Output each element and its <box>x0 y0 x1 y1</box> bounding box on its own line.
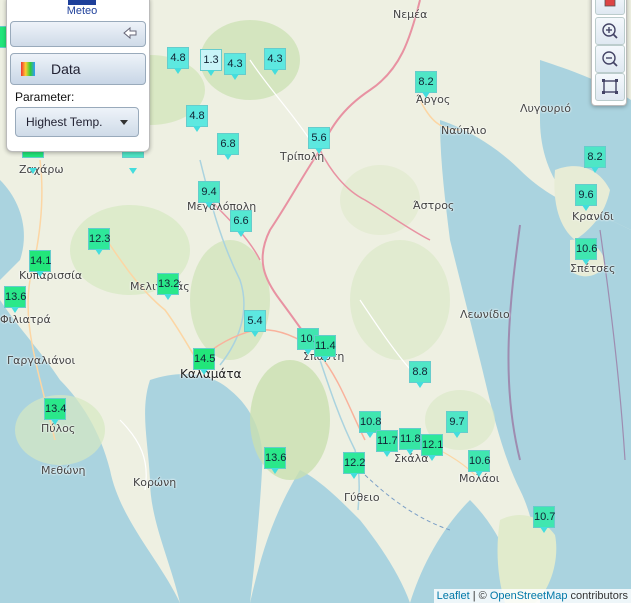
layers-icon <box>604 0 616 7</box>
station-marker[interactable]: 14.1 <box>29 250 51 277</box>
place-label: Νεμέα <box>393 8 428 21</box>
station-marker[interactable]: 6.6 <box>230 210 252 237</box>
fit-extent-icon <box>602 79 618 94</box>
zoom-out-button[interactable] <box>595 45 625 73</box>
place-label: Λεωνίδιο <box>460 308 510 321</box>
pointer-hand-icon[interactable] <box>123 26 137 40</box>
station-marker[interactable]: 13.4 <box>44 398 66 425</box>
attribution-separator: | © <box>469 590 490 602</box>
place-label: Ζαχάρω <box>19 163 64 176</box>
meteo-logo: Meteo <box>62 0 102 17</box>
place-label: Φιλιατρά <box>0 313 51 326</box>
station-marker[interactable]: 4.3 <box>224 53 246 80</box>
map-attribution: Leaflet | © OpenStreetMap contributors <box>433 589 631 603</box>
color-palette-icon <box>21 62 35 76</box>
station-marker[interactable]: 12.3 <box>88 228 110 255</box>
station-marker[interactable]: 11.8 <box>399 428 421 455</box>
place-label: Κρανίδι <box>572 210 614 223</box>
station-marker[interactable]: 5.6 <box>308 127 330 154</box>
place-label: Κορώνη <box>133 476 177 489</box>
zoom-extent-button[interactable] <box>595 73 625 101</box>
station-marker[interactable]: 1.3 <box>200 49 222 76</box>
chevron-down-icon <box>120 120 128 125</box>
parameter-select-value: Highest Temp. <box>26 115 103 129</box>
parameter-label: Parameter: <box>15 90 75 104</box>
place-label: Ναύπλιο <box>441 124 487 137</box>
leaflet-link[interactable]: Leaflet <box>437 590 470 602</box>
station-marker[interactable]: 11.7 <box>376 430 398 457</box>
attribution-contributors: contributors <box>567 590 628 602</box>
zoom-in-icon <box>602 23 618 39</box>
time-slider[interactable] <box>10 21 146 47</box>
station-marker[interactable]: 14.5 <box>193 348 215 375</box>
place-label: Μεθώνη <box>41 464 86 477</box>
place-label: Γαργαλιάνοι <box>7 354 76 367</box>
logo-text: Meteo <box>66 5 98 17</box>
station-marker[interactable]: 13.6 <box>264 447 286 474</box>
place-label: Λυγουριό <box>520 102 571 115</box>
station-marker[interactable]: 13.2 <box>157 273 179 300</box>
place-label: Γύθειο <box>344 491 380 504</box>
layers-button[interactable] <box>595 0 625 15</box>
data-button-label: Data <box>51 61 81 77</box>
data-button[interactable]: Data <box>10 53 146 85</box>
station-marker[interactable]: 5.4 <box>244 310 266 337</box>
zoom-in-button[interactable] <box>595 17 625 45</box>
station-marker[interactable]: 9.4 <box>198 181 220 208</box>
station-marker[interactable]: 8.2 <box>415 71 437 98</box>
osm-link[interactable]: OpenStreetMap <box>490 590 568 602</box>
station-marker[interactable]: 10.6 <box>575 238 597 265</box>
map-toolbar <box>591 0 627 106</box>
station-marker[interactable]: 12.2 <box>343 452 365 479</box>
station-marker[interactable]: 8.2 <box>584 146 606 173</box>
zoom-out-icon <box>602 51 618 67</box>
place-label: Άστρος <box>413 199 455 212</box>
station-marker[interactable]: 10.6 <box>468 450 490 477</box>
station-marker[interactable]: 9.6 <box>575 184 597 211</box>
station-marker[interactable]: 11.4 <box>314 335 336 362</box>
control-panel: Meteo Data Parameter: Highest Temp. <box>6 0 150 152</box>
station-marker[interactable]: 4.8 <box>186 105 208 132</box>
place-label: Σπέτσες <box>570 262 616 275</box>
station-marker[interactable]: 6.8 <box>217 133 239 160</box>
station-marker[interactable]: 9.7 <box>446 411 468 438</box>
station-marker[interactable]: 10.7 <box>533 506 555 533</box>
station-marker[interactable]: 12.1 <box>421 434 443 461</box>
station-marker[interactable]: 4.8 <box>167 47 189 74</box>
station-marker[interactable]: 8.8 <box>409 361 431 388</box>
station-marker[interactable]: 13.6 <box>4 286 26 313</box>
parameter-select[interactable]: Highest Temp. <box>15 107 139 137</box>
station-marker[interactable]: 4.3 <box>264 48 286 75</box>
